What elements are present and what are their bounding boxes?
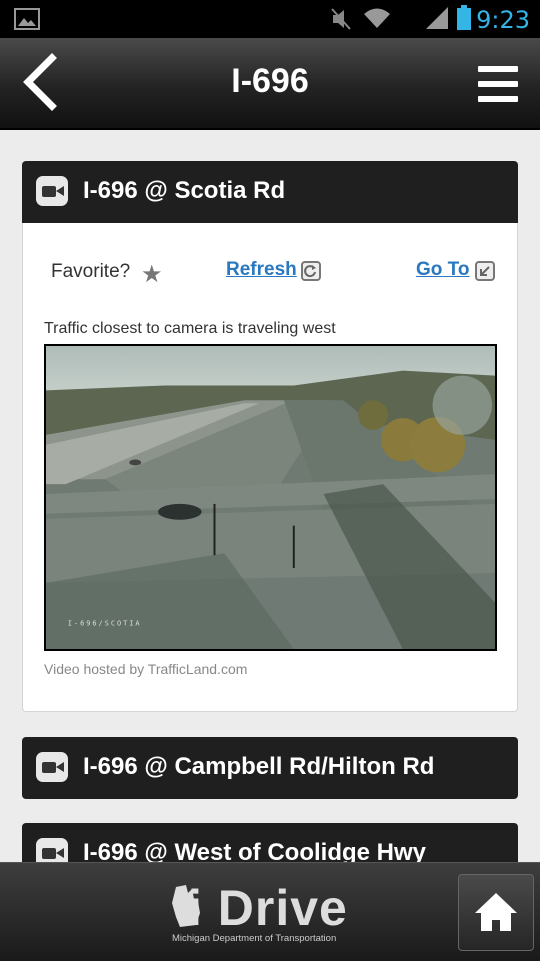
camera-list[interactable]: I-696 @ Scotia Rd Favorite? ★ Refresh Go… (0, 130, 540, 862)
camera-card: I-696 @ Campbell Rd/Hilton Rd (22, 737, 518, 799)
camera-card: I-696 @ West of Coolidge Hwy (22, 823, 518, 862)
footer-bar: i Drive Michigan Department of Transport… (0, 862, 540, 961)
hamburger-menu-icon (478, 81, 518, 87)
camera-image[interactable]: I-696/SCOTIA (44, 344, 497, 651)
camera-title: I-696 @ West of Coolidge Hwy (83, 839, 427, 862)
direction-text: Traffic closest to camera is traveling w… (44, 320, 336, 337)
camera-overlay-text: I-696/SCOTIA (68, 619, 142, 627)
video-camera-icon (36, 752, 68, 782)
app-header: I-696 (0, 38, 540, 130)
hamburger-menu-icon (478, 66, 518, 72)
signal-icon (426, 7, 448, 29)
favorite-label: Favorite? (51, 261, 131, 282)
image-icon (14, 8, 40, 30)
status-bar: 9:23 (0, 0, 540, 38)
home-button[interactable] (458, 874, 534, 951)
logo-subtext: Michigan Department of Transportation (172, 933, 337, 944)
camera-title: I-696 @ Campbell Rd/Hilton Rd (83, 753, 435, 780)
camera-card-header[interactable]: I-696 @ Scotia Rd (22, 161, 518, 223)
logo-text: i Drive (188, 880, 348, 936)
external-link-icon[interactable] (475, 261, 495, 281)
wifi-icon (364, 8, 390, 28)
video-camera-icon (36, 176, 68, 206)
mdot-logo: i Drive Michigan Department of Transport… (170, 879, 370, 947)
mute-icon (331, 8, 351, 30)
hosted-by-text: Video hosted by TrafficLand.com (44, 661, 248, 677)
camera-card-header[interactable]: I-696 @ Campbell Rd/Hilton Rd (22, 737, 518, 799)
page-title: I-696 (231, 62, 309, 100)
clock: 9:23 (476, 6, 530, 34)
camera-card: I-696 @ Scotia Rd Favorite? ★ Refresh Go… (22, 161, 518, 712)
battery-icon (457, 5, 471, 30)
hamburger-menu-icon (478, 96, 518, 102)
star-icon[interactable]: ★ (141, 260, 163, 289)
goto-link[interactable]: Go To (416, 259, 469, 281)
camera-card-body: Favorite? ★ Refresh Go To Traffic closes… (22, 223, 518, 712)
home-icon (475, 893, 517, 931)
refresh-link[interactable]: Refresh (226, 259, 297, 281)
camera-card-header[interactable]: I-696 @ West of Coolidge Hwy (22, 823, 518, 862)
camera-title: I-696 @ Scotia Rd (83, 177, 286, 204)
video-camera-icon (36, 838, 68, 862)
refresh-icon[interactable] (301, 261, 321, 281)
menu-button[interactable] (478, 66, 518, 106)
